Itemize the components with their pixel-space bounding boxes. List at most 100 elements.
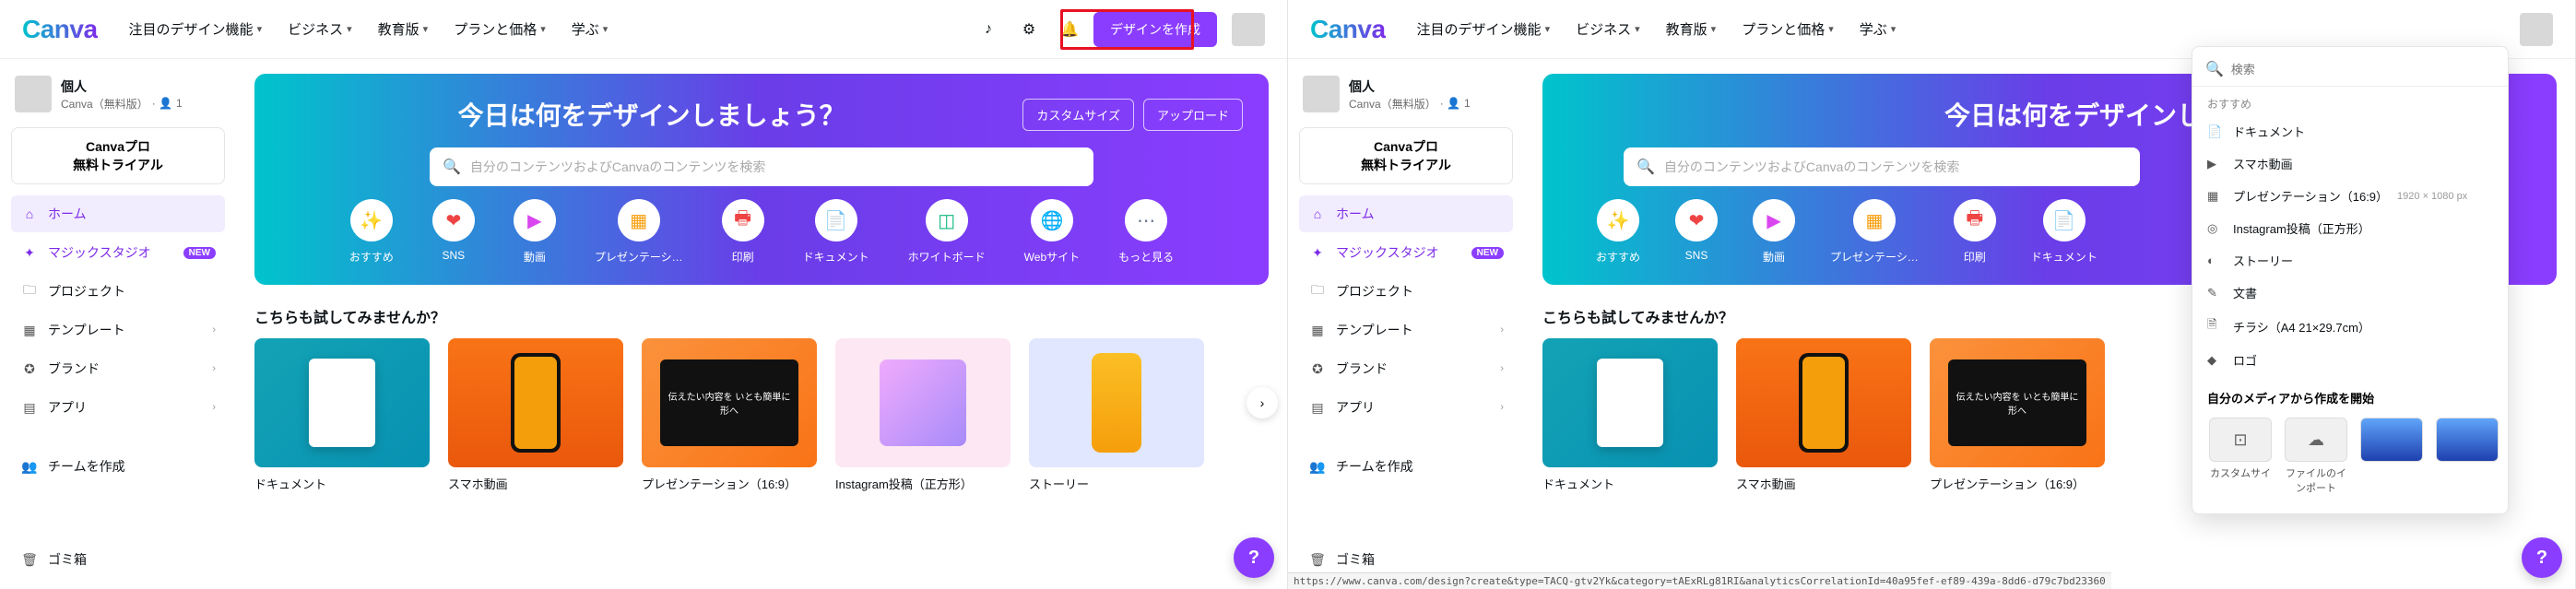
logo[interactable]: Canva xyxy=(1310,15,1386,44)
category-0[interactable]: ✨おすすめ xyxy=(349,199,394,265)
music-icon[interactable]: ♪ xyxy=(972,13,1005,46)
nav-pricing[interactable]: プランと価格▾ xyxy=(1732,14,1843,44)
trial-box[interactable]: Canvaプロ 無料トライアル xyxy=(11,127,225,184)
tile-media-1[interactable] xyxy=(2360,418,2423,462)
category-8[interactable]: ⋯もっと見る xyxy=(1118,199,1174,265)
sidebar-item-projects[interactable]: 🗀プロジェクト xyxy=(11,273,225,310)
hero-search[interactable]: 🔍 xyxy=(1624,147,2140,186)
card-row: ドキュメント スマホ動画 伝えたい内容を いとも簡単に形へプレゼンテーション（1… xyxy=(254,338,1269,492)
category-3[interactable]: ▦プレゼンテーシ… xyxy=(1830,199,1919,265)
category-7[interactable]: 🌐Webサイト xyxy=(1024,199,1080,265)
sidebar-item-magic[interactable]: ✦マジックスタジオNEW xyxy=(11,234,225,271)
sparkle-icon: ✦ xyxy=(1308,245,1327,261)
dropdown-item-7[interactable]: ◆ロゴ xyxy=(2192,344,2508,376)
category-4[interactable]: 🖶印刷 xyxy=(722,199,764,265)
tile-import[interactable]: ☁ xyxy=(2285,418,2347,462)
category-icon: ▶ xyxy=(514,199,556,241)
nav-learn[interactable]: 学ぶ▾ xyxy=(1850,14,1906,44)
category-2[interactable]: ▶動画 xyxy=(514,199,556,265)
sidebar-item-templates[interactable]: ▦テンプレート› xyxy=(11,312,225,348)
settings-icon[interactable]: ⚙ xyxy=(1012,13,1046,46)
category-2[interactable]: ▶動画 xyxy=(1753,199,1795,265)
card-presentation[interactable]: 伝えたい内容を いとも簡単に形へ xyxy=(642,338,817,467)
item-icon: ▦ xyxy=(2207,189,2224,204)
custom-size-button[interactable]: カスタムサイズ xyxy=(1022,99,1134,131)
dropdown-search[interactable]: 🔍 xyxy=(2192,54,2508,87)
category-5[interactable]: 📄ドキュメント xyxy=(2031,199,2097,265)
sidebar-item-projects[interactable]: 🗀プロジェクト xyxy=(1299,273,1513,310)
card-story[interactable] xyxy=(1029,338,1204,467)
category-icon: 📄 xyxy=(2043,199,2086,241)
tile-custom-size[interactable]: ⊡ xyxy=(2209,418,2272,462)
nav-learn[interactable]: 学ぶ▾ xyxy=(562,14,618,44)
sidebar-item-team[interactable]: 👥チームを作成 xyxy=(1299,448,1513,485)
nav-pricing[interactable]: プランと価格▾ xyxy=(444,14,555,44)
nav-featured[interactable]: 注目のデザイン機能▾ xyxy=(1408,14,1560,44)
create-design-button[interactable]: デザインを作成 xyxy=(1093,12,1217,47)
dropdown-item-5[interactable]: ✎文書 xyxy=(2192,277,2508,309)
category-icon: ❤ xyxy=(1675,199,1718,241)
tile-media-2[interactable] xyxy=(2436,418,2499,462)
category-1[interactable]: ❤SNS xyxy=(1675,199,1718,265)
upload-button[interactable]: アップロード xyxy=(1143,99,1243,131)
category-3[interactable]: ▦プレゼンテーシ… xyxy=(595,199,683,265)
sidebar-item-apps[interactable]: ▤アプリ› xyxy=(11,389,225,426)
card-mobile-video[interactable] xyxy=(1736,338,1911,467)
new-badge: NEW xyxy=(183,247,216,259)
search-icon: 🔍 xyxy=(2205,60,2224,78)
category-icon: 🌐 xyxy=(1031,199,1073,241)
dropdown-item-4[interactable]: ◐ストーリー xyxy=(2192,244,2508,277)
avatar[interactable] xyxy=(2520,13,2553,46)
hero-search-input[interactable] xyxy=(470,159,1081,174)
sidebar-item-home[interactable]: ⌂ホーム xyxy=(11,195,225,232)
dropdown-item-1[interactable]: ▶スマホ動画 xyxy=(2192,147,2508,180)
card-document[interactable] xyxy=(1542,338,1718,467)
card-document[interactable] xyxy=(254,338,430,467)
nav-featured[interactable]: 注目のデザイン機能▾ xyxy=(120,14,272,44)
card-mobile-video[interactable] xyxy=(448,338,623,467)
dropdown-item-6[interactable]: 🗎チラシ（A4 21×29.7cm） xyxy=(2192,309,2508,344)
item-icon: ✎ xyxy=(2207,286,2224,300)
sidebar-item-brand[interactable]: ✪ブランド› xyxy=(11,350,225,387)
user-block[interactable]: 個人 Canva（無料版） · 👤 1 xyxy=(11,70,225,122)
sidebar-item-team[interactable]: 👥チームを作成 xyxy=(11,448,225,485)
dropdown-item-3[interactable]: ◎Instagram投稿（正方形） xyxy=(2192,212,2508,244)
card-instagram[interactable] xyxy=(835,338,1010,467)
sidebar-item-brand[interactable]: ✪ブランド› xyxy=(1299,350,1513,387)
dropdown-search-input[interactable] xyxy=(2231,63,2495,77)
category-6[interactable]: ◫ホワイトボード xyxy=(908,199,986,265)
help-fab[interactable]: ? xyxy=(1234,537,1274,578)
dropdown-item-2[interactable]: ▦プレゼンテーション（16:9） 1920 × 1080 px xyxy=(2192,180,2508,212)
help-fab[interactable]: ? xyxy=(2522,537,2562,578)
sidebar-item-magic[interactable]: ✦マジックスタジオNEW xyxy=(1299,234,1513,271)
bell-icon[interactable]: 🔔 xyxy=(1053,13,1086,46)
category-icon: ▦ xyxy=(1853,199,1896,241)
sidebar-item-apps[interactable]: ▤アプリ› xyxy=(1299,389,1513,426)
category-4[interactable]: 🖶印刷 xyxy=(1954,199,1996,265)
carousel-next-button[interactable]: › xyxy=(1247,387,1278,418)
category-5[interactable]: 📄ドキュメント xyxy=(803,199,869,265)
category-1[interactable]: ❤SNS xyxy=(432,199,475,265)
chevron-right-icon: › xyxy=(1500,324,1504,336)
hero-search-input[interactable] xyxy=(1664,159,2127,174)
dropdown-item-0[interactable]: 📄ドキュメント xyxy=(2192,115,2508,147)
avatar[interactable] xyxy=(1232,13,1265,46)
logo[interactable]: Canva xyxy=(22,15,98,44)
nav-education[interactable]: 教育版▾ xyxy=(1657,14,1726,44)
user-block[interactable]: 個人 Canva（無料版） · 👤 1 xyxy=(1299,70,1513,122)
nav-business[interactable]: ビジネス▾ xyxy=(278,14,361,44)
card-presentation[interactable]: 伝えたい内容を いとも簡単に形へ xyxy=(1930,338,2105,467)
category-icon: ✨ xyxy=(1597,199,1639,241)
main-content: 今日は何をデザインしましょう？ カスタムサイズ アップロード 🔍 ✨おすすめ❤S… xyxy=(236,59,1287,589)
hero-search[interactable]: 🔍 xyxy=(430,147,1093,186)
trial-box[interactable]: Canvaプロ 無料トライアル xyxy=(1299,127,1513,184)
nav-education[interactable]: 教育版▾ xyxy=(369,14,438,44)
trash-icon: 🗑 xyxy=(1308,552,1327,568)
nav-business[interactable]: ビジネス▾ xyxy=(1566,14,1649,44)
dropdown-media-section: 自分のメディアから作成を開始 xyxy=(2192,376,2508,410)
sidebar-item-templates[interactable]: ▦テンプレート› xyxy=(1299,312,1513,348)
item-icon: ▶ xyxy=(2207,157,2224,171)
sidebar-item-home[interactable]: ⌂ホーム xyxy=(1299,195,1513,232)
sidebar-item-trash[interactable]: 🗑ゴミ箱 xyxy=(11,541,225,578)
category-0[interactable]: ✨おすすめ xyxy=(1596,199,1640,265)
